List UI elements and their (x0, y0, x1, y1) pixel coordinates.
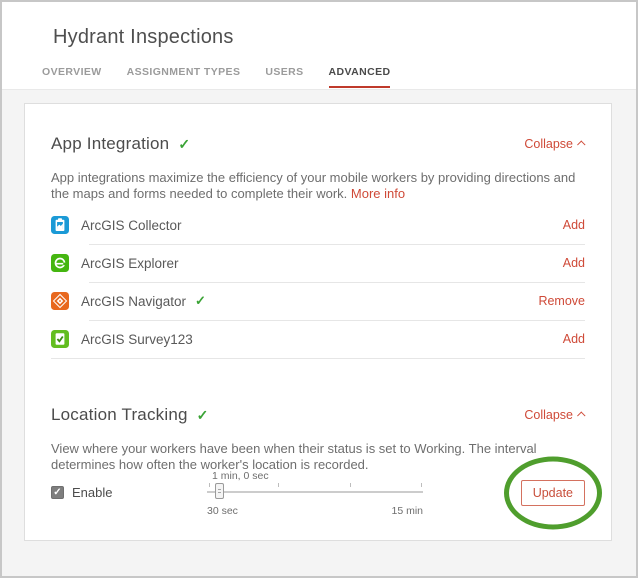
app-name: ArcGIS Survey123 (81, 332, 193, 347)
slider-track[interactable] (207, 491, 423, 493)
explorer-add-link[interactable]: Add (563, 256, 585, 270)
slider-tick (278, 483, 279, 487)
tab-overview[interactable]: OVERVIEW (42, 66, 102, 88)
location-tracking-header: Location Tracking ✓ Collapse (51, 405, 585, 425)
slider-body (207, 482, 423, 505)
chevron-up-icon (577, 411, 585, 419)
more-info-link[interactable]: More info (351, 186, 405, 201)
page-title: Hydrant Inspections (53, 26, 234, 49)
workforce-project-page: Hydrant Inspections OVERVIEW ASSIGNMENT … (0, 0, 638, 578)
location-tracking-check-icon: ✓ (197, 407, 209, 424)
app-name: ArcGIS Navigator (81, 294, 186, 309)
collapse-label: Collapse (524, 408, 573, 422)
app-row-navigator: ArcGIS Navigator ✓ Remove (51, 282, 585, 320)
location-tracking-description: View where your workers have been when t… (51, 441, 585, 473)
app-integration-description-text: App integrations maximize the efficiency… (51, 170, 575, 201)
slider-range-labels: 30 sec 15 min (207, 505, 423, 517)
content-background: App Integration ✓ Collapse App integrati… (2, 89, 636, 576)
slider-tick (209, 483, 210, 487)
collapse-label: Collapse (524, 137, 573, 151)
enable-label: Enable (72, 485, 112, 500)
settings-card: App Integration ✓ Collapse App integrati… (24, 103, 612, 541)
section-divider (51, 358, 585, 359)
location-tracking-title: Location Tracking (51, 405, 188, 425)
app-integration-collapse-button[interactable]: Collapse (524, 137, 585, 151)
survey123-app-icon (51, 330, 69, 348)
tab-users[interactable]: USERS (265, 66, 303, 88)
app-integration-check-icon: ✓ (178, 136, 190, 153)
app-row-explorer: ArcGIS Explorer Add (51, 244, 585, 282)
location-tracking-collapse-button[interactable]: Collapse (524, 408, 585, 422)
chevron-up-icon (577, 140, 585, 148)
slider-min-label: 30 sec (207, 505, 238, 517)
slider-thumb[interactable] (215, 483, 224, 499)
enable-checkbox[interactable]: ✓ (51, 486, 64, 499)
app-integration-title: App Integration (51, 134, 169, 154)
tab-advanced[interactable]: ADVANCED (329, 66, 391, 88)
app-integration-header: App Integration ✓ Collapse (51, 134, 585, 154)
app-row-collector: ArcGIS Collector Add (51, 206, 585, 244)
collector-add-link[interactable]: Add (563, 218, 585, 232)
navigator-enabled-check-icon: ✓ (195, 293, 206, 309)
app-row-survey123: ArcGIS Survey123 Add (51, 320, 585, 358)
slider-value-label: 1 min, 0 sec (212, 470, 423, 482)
navigator-remove-link[interactable]: Remove (538, 294, 585, 308)
app-list: ArcGIS Collector Add ArcGIS Explorer Add… (51, 206, 585, 358)
tab-assignment-types[interactable]: ASSIGNMENT TYPES (127, 66, 241, 88)
explorer-app-icon (51, 254, 69, 272)
slider-max-label: 15 min (391, 505, 423, 517)
enable-group: ✓ Enable (51, 485, 112, 500)
app-name: ArcGIS Collector (81, 218, 182, 233)
survey123-add-link[interactable]: Add (563, 332, 585, 346)
app-name: ArcGIS Explorer (81, 256, 179, 271)
navigator-app-icon (51, 292, 69, 310)
slider-tick (421, 483, 422, 487)
update-button-area: Update (521, 480, 585, 506)
update-button[interactable]: Update (521, 480, 585, 506)
tab-bar: OVERVIEW ASSIGNMENT TYPES USERS ADVANCED (42, 66, 390, 88)
collector-app-icon (51, 216, 69, 234)
slider-tick (350, 483, 351, 487)
interval-slider: 1 min, 0 sec 30 sec 15 min (207, 470, 423, 517)
app-integration-description: App integrations maximize the efficiency… (51, 170, 585, 202)
location-tracking-controls: ✓ Enable 1 min, 0 sec 30 sec (51, 473, 585, 529)
